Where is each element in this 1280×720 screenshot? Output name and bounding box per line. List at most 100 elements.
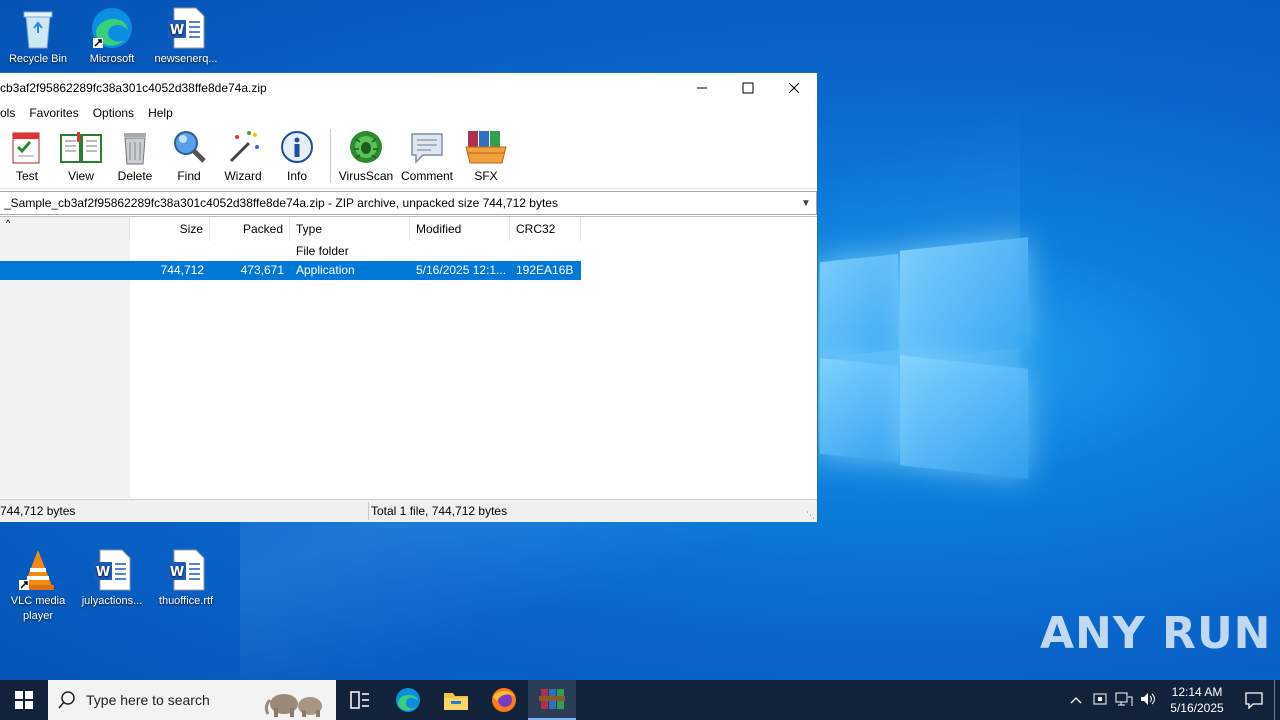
edge-icon bbox=[396, 688, 420, 712]
virusscan-label: VirusScan bbox=[338, 169, 394, 183]
view-label: View bbox=[68, 169, 94, 183]
firefox-icon bbox=[492, 688, 516, 712]
archive-path: _Sample_cb3af2f95862289fc38a301c4052d38f… bbox=[4, 196, 558, 210]
chevron-up-icon[interactable] bbox=[1064, 693, 1088, 707]
delete-label: Delete bbox=[117, 169, 153, 183]
taskbar: Type here to search 12:14 AM 5/16/2025 bbox=[0, 680, 1280, 720]
row-packed: 473,671 bbox=[240, 263, 284, 277]
wizard-label: Wizard bbox=[224, 169, 262, 183]
menu-tools[interactable]: ols bbox=[0, 106, 22, 120]
vlc-icon[interactable]: VLC media player bbox=[0, 548, 76, 624]
search-placeholder: Type here to search bbox=[86, 692, 210, 708]
volume-icon[interactable] bbox=[1136, 691, 1160, 710]
wizard-button[interactable]: Wizard bbox=[216, 129, 270, 183]
table-row-selected[interactable]: 744,712 473,671 Application 5/16/2025 12… bbox=[0, 261, 581, 280]
col-type[interactable]: Type bbox=[290, 217, 410, 241]
find-label: Find bbox=[177, 169, 201, 183]
elephants-search-highlight-icon bbox=[264, 694, 322, 717]
svg-text:W: W bbox=[170, 565, 184, 580]
maximize-icon bbox=[742, 82, 754, 94]
info-button[interactable]: Info bbox=[270, 129, 324, 183]
info-label: Info bbox=[286, 169, 307, 183]
system-tray: 12:14 AM 5/16/2025 bbox=[1064, 680, 1280, 720]
taskbar-firefox-button[interactable] bbox=[480, 680, 528, 720]
close-button[interactable] bbox=[771, 73, 817, 103]
start-button[interactable] bbox=[0, 680, 48, 720]
sfx-books-icon bbox=[465, 131, 507, 164]
path-bar[interactable]: _Sample_cb3af2f95862289fc38a301c4052d38f… bbox=[0, 191, 817, 215]
action-center-button[interactable] bbox=[1234, 691, 1274, 709]
row-type: Application bbox=[296, 263, 355, 277]
task-view-icon bbox=[350, 691, 369, 709]
sort-up-icon[interactable]: ^ bbox=[0, 217, 130, 241]
word-doc-2-icon[interactable]: W julyactions... bbox=[74, 548, 150, 609]
col-modified[interactable]: Modified bbox=[410, 217, 510, 241]
task-view-button[interactable] bbox=[336, 680, 384, 720]
wand-icon bbox=[229, 131, 259, 163]
notification-icon bbox=[1245, 692, 1263, 709]
file-list: ^ Size Packed Type Modified CRC32 File f… bbox=[0, 216, 817, 498]
col-packed[interactable]: Packed bbox=[210, 217, 290, 241]
col-crc[interactable]: CRC32 bbox=[510, 217, 581, 241]
view-button[interactable]: View bbox=[54, 129, 108, 183]
close-icon bbox=[788, 82, 800, 94]
find-button[interactable]: Find bbox=[162, 129, 216, 183]
clock-date: 5/16/2025 bbox=[1170, 701, 1224, 715]
svg-text:W: W bbox=[170, 23, 184, 38]
toolbar: Test View Delete Find Wizard Info VirusS… bbox=[0, 123, 817, 189]
word-doc-icon[interactable]: W newsenerq... bbox=[148, 6, 224, 67]
title-bar[interactable]: cb3af2f95862289fc38a301c4052d38ffe8de74a… bbox=[0, 73, 817, 103]
col-size[interactable]: Size bbox=[130, 217, 210, 241]
winrar-icon bbox=[539, 689, 565, 709]
word-doc-3-icon[interactable]: W thuoffice.rtf bbox=[148, 548, 224, 609]
winrar-window: cb3af2f95862289fc38a301c4052d38ffe8de74a… bbox=[0, 72, 818, 522]
recycle-bin-icon[interactable]: Recycle Bin bbox=[0, 6, 76, 67]
word-doc-3-label: thuoffice.rtf bbox=[158, 595, 214, 607]
status-selected: 744,712 bytes bbox=[0, 504, 76, 518]
test-button[interactable]: Test bbox=[0, 129, 54, 183]
row-type: File folder bbox=[296, 244, 349, 258]
status-bar: 744,712 bytes Total 1 file, 744,712 byte… bbox=[0, 499, 817, 522]
row-packed bbox=[210, 242, 290, 261]
sfx-button[interactable]: SFX bbox=[459, 129, 513, 183]
row-size bbox=[130, 242, 210, 261]
virus-icon bbox=[350, 131, 382, 163]
recycle-bin-label: Recycle Bin bbox=[8, 53, 68, 65]
trash-icon bbox=[124, 133, 146, 165]
chevron-down-icon[interactable]: ▼ bbox=[796, 198, 816, 209]
windows-start-icon bbox=[15, 691, 33, 709]
table-row[interactable]: File folder bbox=[0, 242, 581, 261]
view-book-icon bbox=[60, 132, 102, 163]
svg-text:W: W bbox=[96, 565, 110, 580]
taskbar-edge-button[interactable] bbox=[384, 680, 432, 720]
windows-logo-wallpaper bbox=[800, 237, 1040, 480]
security-icon[interactable] bbox=[1088, 691, 1112, 710]
menu-bar: ols Favorites Options Help bbox=[0, 103, 817, 123]
column-headers: ^ Size Packed Type Modified CRC32 bbox=[0, 217, 581, 241]
comment-icon bbox=[411, 133, 443, 164]
row-crc: 192EA16B bbox=[516, 263, 574, 277]
row-crc bbox=[510, 242, 581, 261]
taskbar-winrar-button[interactable] bbox=[528, 680, 576, 720]
network-icon[interactable] bbox=[1112, 691, 1136, 710]
word-doc-label: newsenerq... bbox=[154, 53, 218, 65]
menu-help[interactable]: Help bbox=[141, 106, 180, 120]
test-icon bbox=[12, 132, 40, 164]
search-icon bbox=[58, 691, 75, 709]
taskbar-explorer-button[interactable] bbox=[432, 680, 480, 720]
show-desktop-button[interactable] bbox=[1274, 680, 1280, 720]
resize-grip-icon[interactable]: ⋱ bbox=[806, 510, 815, 521]
minimize-button[interactable] bbox=[679, 73, 725, 103]
edge-desktop-icon[interactable]: Microsoft bbox=[74, 6, 150, 67]
menu-options[interactable]: Options bbox=[86, 106, 141, 120]
menu-favorites[interactable]: Favorites bbox=[22, 106, 85, 120]
status-total: Total 1 file, 744,712 bytes bbox=[371, 504, 508, 518]
virusscan-button[interactable]: VirusScan bbox=[337, 129, 395, 183]
clock[interactable]: 12:14 AM 5/16/2025 bbox=[1160, 684, 1234, 716]
maximize-button[interactable] bbox=[725, 73, 771, 103]
taskbar-search[interactable]: Type here to search bbox=[48, 680, 336, 720]
test-label: Test bbox=[15, 169, 38, 183]
comment-button[interactable]: Comment bbox=[395, 129, 459, 183]
delete-button[interactable]: Delete bbox=[108, 129, 162, 183]
edge-label: Microsoft bbox=[89, 53, 135, 65]
